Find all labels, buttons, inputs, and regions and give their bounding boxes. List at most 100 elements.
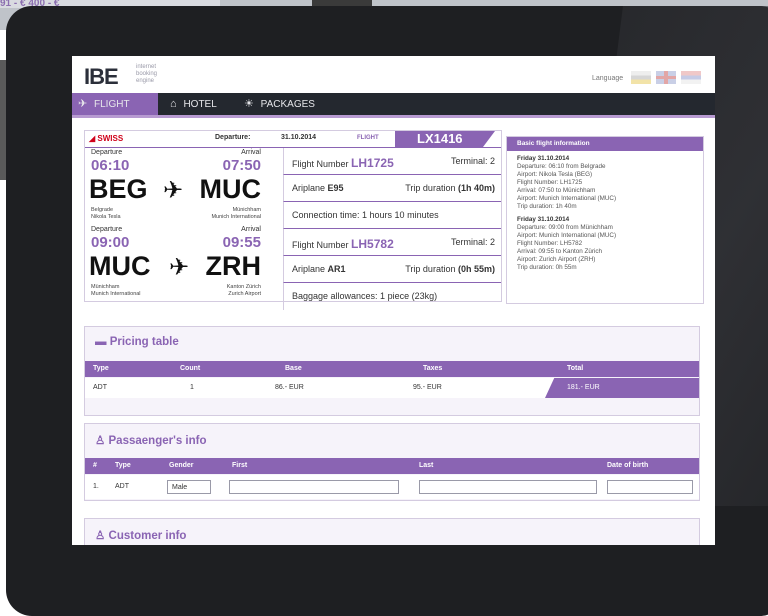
info-seg2-arr-airport: Airport: Zurich Airport (ZRH): [517, 256, 596, 263]
pricing-col-total: Total: [567, 365, 584, 372]
flight-panel: ◢ SWISS Departure: 31.10.2014 FLIGHT LX1…: [84, 130, 502, 310]
pricing-total-cell: 181.- EUR: [545, 378, 699, 398]
customer-title: ♙ Customer info: [95, 528, 186, 542]
segment-1: Departure Arrival 06:10 07:50 BEG ✈ MUC …: [85, 149, 271, 225]
seg2-from-names: Münichham Munich International: [91, 284, 141, 298]
rs-flag-icon[interactable]: [681, 71, 701, 84]
seg1-dep-label: Departure: [91, 149, 123, 156]
info-seg1-arr-airport: Airport: Munich International (MUC): [517, 195, 617, 202]
pricing-col-count: Count: [180, 365, 201, 372]
passenger-num: 1.: [93, 483, 99, 490]
basic-info-body: Friday 31.10.2014 Departure: 06:10 from …: [507, 151, 703, 276]
plane-icon: ✈: [169, 254, 190, 281]
plane-icon: ✈: [78, 98, 88, 110]
basic-info-title: Basic flight information: [507, 137, 703, 151]
seg2-dep-label: Departure: [91, 226, 123, 233]
airplane-value: E95: [327, 183, 344, 193]
pricing-cell-base: 86.- EUR: [275, 384, 304, 391]
flight-number-label: Flight Number: [292, 240, 349, 250]
tab-flight-label: FLIGHT: [94, 99, 130, 110]
duration-value: (1h 40m): [457, 183, 495, 193]
tab-flight[interactable]: ✈ FLIGHT: [72, 93, 158, 115]
de-flag-icon[interactable]: [631, 71, 651, 84]
passenger-header-row: # Type Gender First Last Date of birth: [85, 458, 699, 474]
airplane-row-1: Ariplane E95 Trip duration (1h 40m): [283, 175, 501, 202]
info-seg2-departure: Departure: 09:00 from Münichham: [517, 224, 613, 231]
logo-subtitle: internet booking engine: [136, 64, 158, 84]
tab-packages[interactable]: ☀ PACKAGES: [238, 93, 334, 115]
flight-number-row-1: Flight Number LH1725 Terminal: 2: [283, 148, 501, 175]
basic-info-panel: Basic flight information Friday 31.10.20…: [506, 136, 704, 304]
logo[interactable]: IBE: [84, 64, 119, 90]
seg2-from-city: Münichham: [91, 284, 120, 290]
info-seg2-flight-number: Flight Number: LH5782: [517, 240, 583, 247]
connection-time: Connection time: 1 hours 10 minutes: [292, 210, 439, 220]
passenger-col-last: Last: [419, 462, 434, 469]
info-seg2-airport: Airport: Munich International (MUC): [517, 232, 617, 239]
seg1-from-city: Belgrade: [91, 207, 114, 213]
seg1-from-airport: Nikola Tesla: [91, 214, 121, 220]
person-icon: ♙: [95, 530, 106, 542]
pricing-header-row: Type Count Base Taxes Total: [85, 361, 699, 377]
pricing-cell-count: 1: [190, 384, 194, 391]
departure-date: 31.10.2014: [281, 134, 317, 141]
passenger-col-dob: Date of birth: [607, 462, 649, 469]
customer-title-text: Customer info: [108, 530, 187, 542]
seg1-to-code: MUC: [199, 174, 262, 204]
passenger-col-first: First: [232, 462, 248, 469]
passenger-type: ADT: [115, 483, 129, 490]
dob-input[interactable]: [607, 480, 693, 494]
pricing-section: ▬ Pricing table Type Count Base Taxes To…: [84, 326, 700, 416]
person-icon: ♙: [95, 435, 106, 447]
seg2-to-city: Kanton Zürich: [226, 284, 261, 290]
info-seg1-flight-number: Flight Number: LH1725: [517, 179, 583, 186]
info-seg1-departure: Departure: 06:10 from Belgrade: [517, 163, 606, 170]
info-seg1-duration: Trip duration: 1h 40m: [517, 203, 577, 210]
airline-logo: ◢ SWISS: [89, 134, 124, 143]
first-name-input[interactable]: [229, 480, 399, 494]
duration-label: Trip duration: [405, 183, 456, 193]
language-label: Language: [592, 75, 624, 82]
flight-number-value: LH1725: [351, 156, 394, 170]
airplane-label: Ariplane: [292, 183, 326, 193]
flight-code: LX1416: [395, 131, 495, 147]
tab-hotel[interactable]: ⌂ HOTEL: [164, 93, 240, 115]
main-nav: ✈ FLIGHT ⌂ HOTEL ☀ PACKAGES: [72, 93, 715, 118]
terminal-value: Terminal: 2: [450, 237, 495, 247]
pricing-cell-total: 181.- EUR: [567, 384, 600, 391]
passenger-col-num: #: [93, 462, 97, 469]
pricing-col-base: Base: [285, 365, 302, 372]
seg1-arr-time: 07:50: [222, 157, 261, 174]
seg2-dep-time: 09:00: [91, 234, 130, 251]
pricing-col-type: Type: [93, 365, 109, 372]
baggage-allowance: Baggage allowances: 1 piece (23kg): [292, 291, 438, 301]
gender-select[interactable]: Male: [167, 480, 211, 494]
info-seg2-arrival: Arrival: 09:55 to Kanton Zürich: [517, 248, 603, 255]
flight-number-row-2: Flight Number LH5782 Terminal: 2: [283, 229, 501, 256]
passenger-col-gender: Gender: [169, 462, 194, 469]
pricing-title: ▬ Pricing table: [95, 336, 179, 348]
passenger-col-type: Type: [115, 462, 131, 469]
seg2-from-code: MUC: [89, 251, 151, 281]
ticket-icon: ▬: [95, 336, 107, 348]
seg2-arr-time: 09:55: [222, 234, 261, 251]
info-seg1-arrival: Arrival: 07:50 to Münichham: [517, 187, 596, 194]
seg1-from-names: Belgrade Nikola Tesla: [91, 207, 121, 221]
info-seg1-date: Friday 31.10.2014: [517, 155, 570, 162]
pricing-row: ADT 1 86.- EUR 95.- EUR 181.- EUR: [85, 378, 699, 398]
info-seg2-date: Friday 31.10.2014: [517, 216, 570, 223]
seg1-to-names: Münichham Munich International: [211, 207, 261, 221]
airline-name: SWISS: [97, 134, 124, 143]
seg1-to-city: Münichham: [232, 207, 261, 213]
passenger-row: 1. ADT Male: [85, 475, 699, 499]
last-name-input[interactable]: [419, 480, 597, 494]
seg1-arr-label: Arrival: [241, 149, 261, 156]
flight-number-value: LH5782: [351, 237, 394, 251]
segment-2: Departure Arrival 09:00 09:55 MUC ✈ ZRH …: [85, 226, 271, 302]
seg1-to-airport: Munich International: [211, 214, 261, 220]
seg2-to-code: ZRH: [205, 251, 262, 281]
pricing-cell-taxes: 95.- EUR: [413, 384, 442, 391]
info-seg2-duration: Trip duration: 0h 55m: [517, 264, 577, 271]
connection-row: Connection time: 1 hours 10 minutes: [283, 202, 501, 229]
uk-flag-icon[interactable]: [656, 71, 676, 84]
